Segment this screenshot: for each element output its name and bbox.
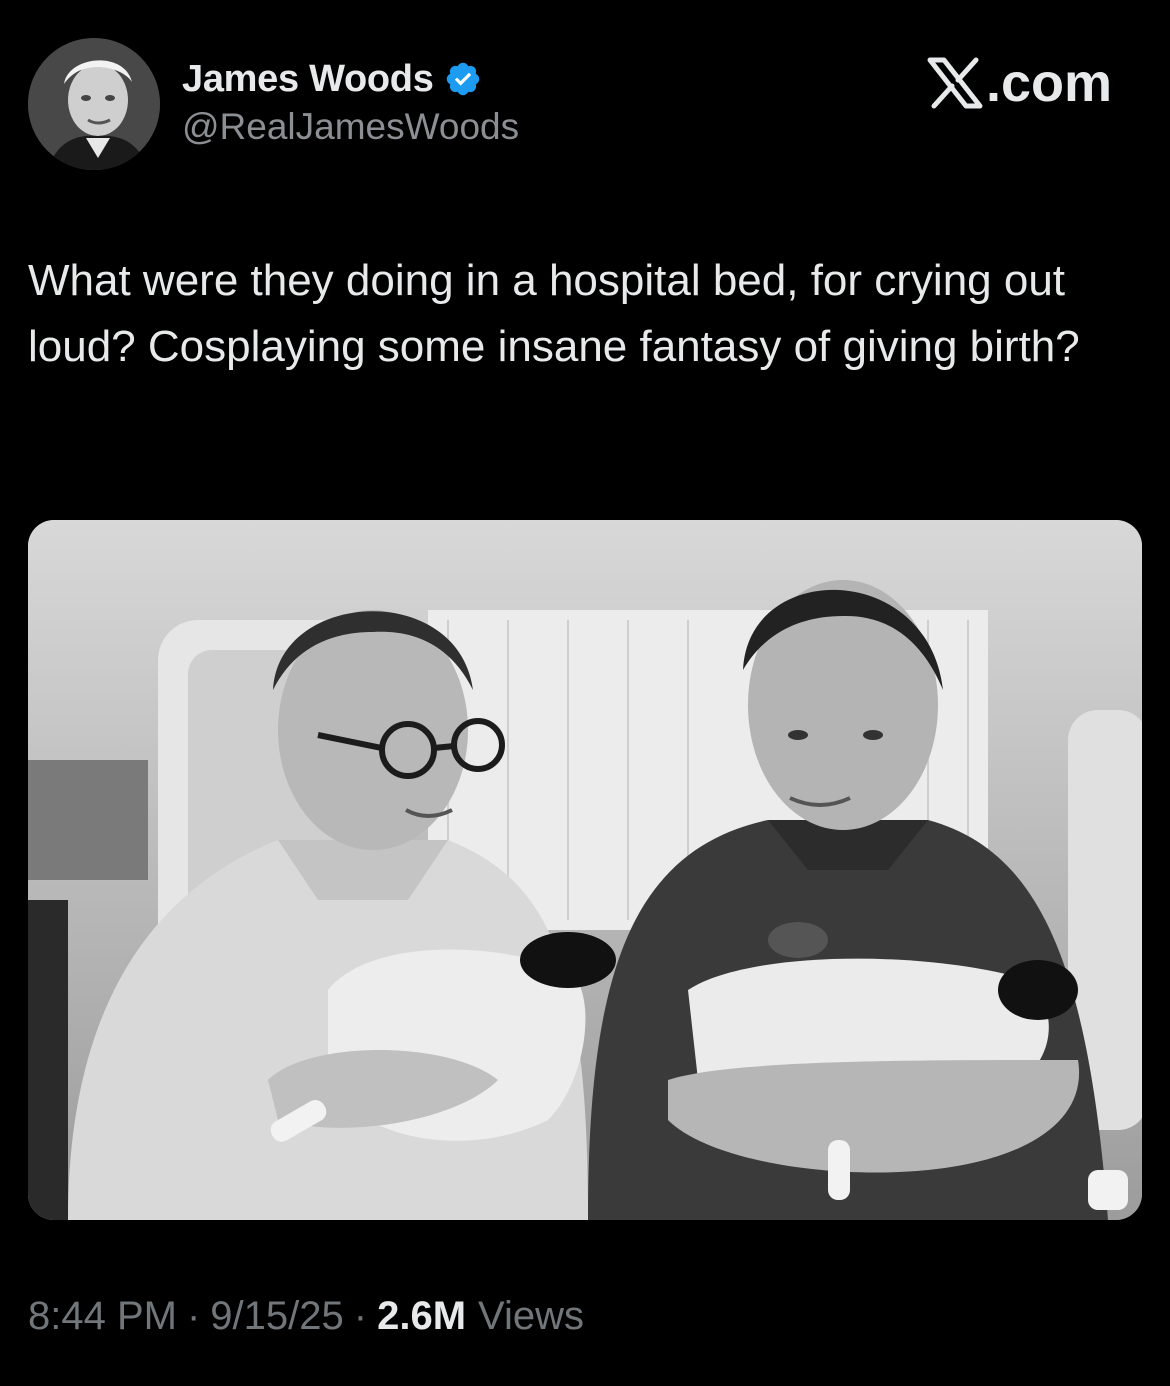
- site-label-text: .com: [985, 53, 1112, 113]
- author-avatar[interactable]: [28, 38, 160, 170]
- views-label: Views: [478, 1294, 585, 1338]
- photo-icon: [28, 520, 1142, 1220]
- tweet-photo[interactable]: [28, 520, 1142, 1220]
- tweet-meta: 8:44 PM · 9/15/25 · 2.6M Views: [28, 1294, 584, 1339]
- author-info: James Woods @RealJamesWoods: [182, 56, 519, 148]
- tweet-header: James Woods @RealJamesWoods .com: [28, 38, 1142, 172]
- meta-separator: ·: [186, 1294, 201, 1338]
- verified-badge-icon: [444, 60, 482, 98]
- author-name-row: James Woods: [182, 56, 519, 102]
- tweet-date[interactable]: 9/15/25: [210, 1294, 343, 1339]
- author-handle[interactable]: @RealJamesWoods: [182, 106, 519, 148]
- tweet-text: What were they doing in a hospital bed, …: [28, 256, 1080, 371]
- meta-separator: ·: [353, 1294, 368, 1338]
- author-display-name[interactable]: James Woods: [182, 58, 434, 101]
- site-label: .com: [926, 52, 1112, 114]
- x-logo-icon: [926, 56, 984, 110]
- avatar-photo-icon: [28, 38, 160, 170]
- views-count[interactable]: 2.6M: [377, 1294, 466, 1339]
- tweet-time[interactable]: 8:44 PM: [28, 1294, 177, 1339]
